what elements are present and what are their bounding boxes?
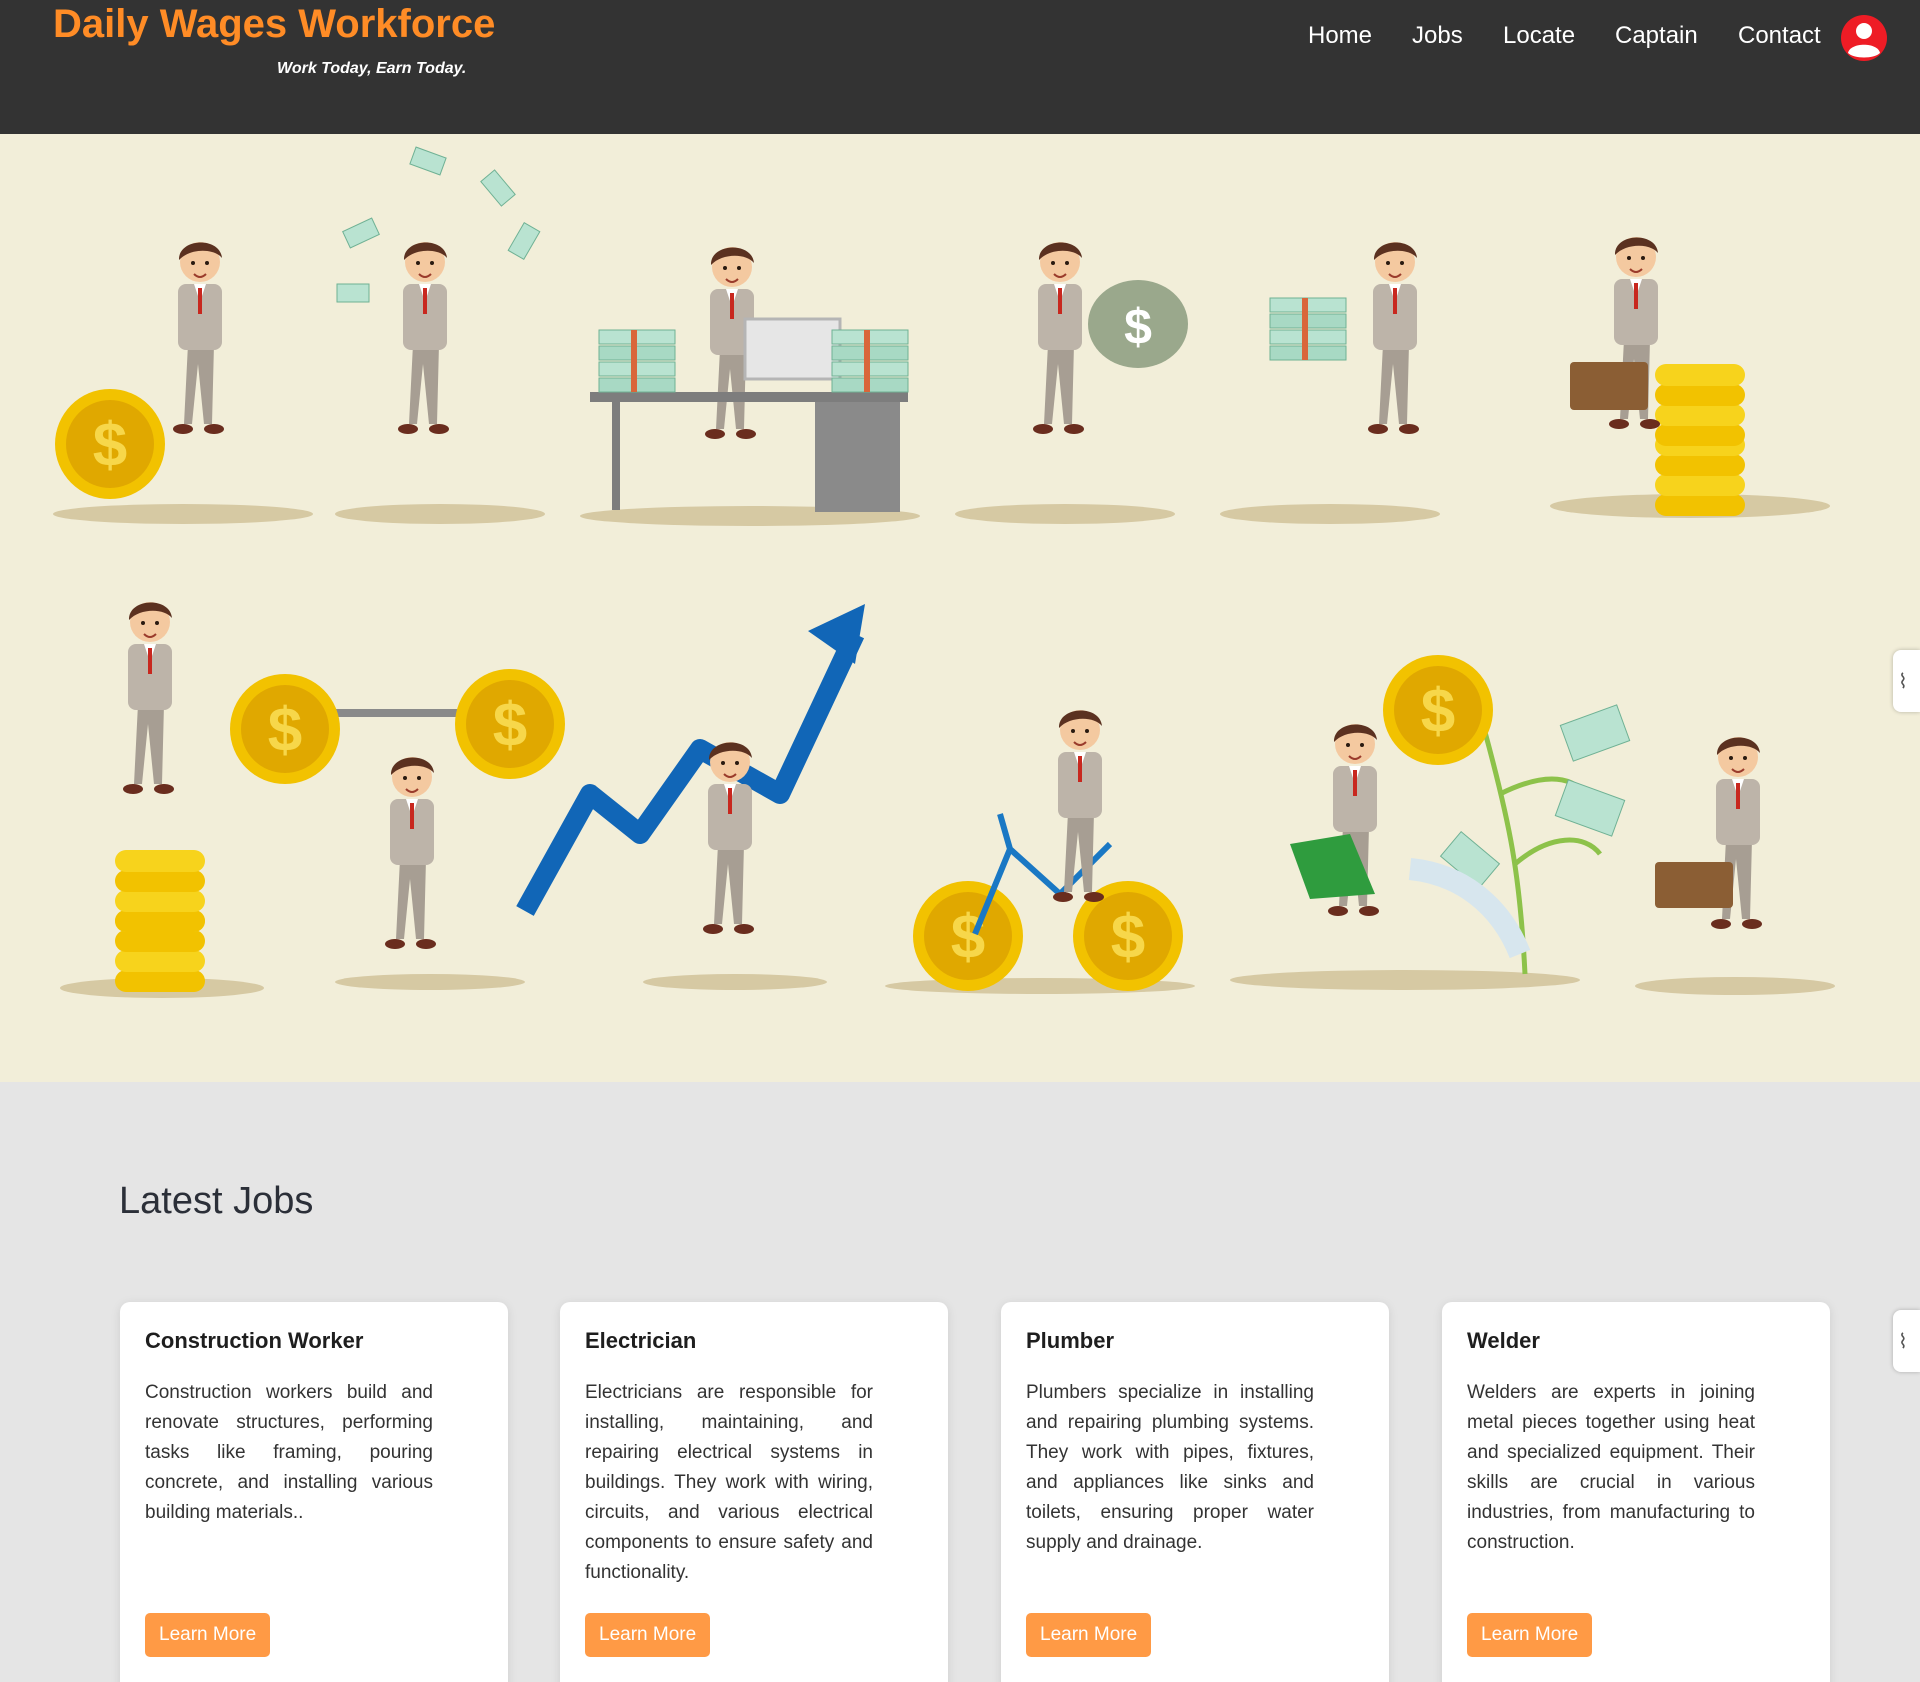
job-card-description: Welders are experts in joining metal pie…: [1467, 1382, 1755, 1553]
nav-locate[interactable]: Locate: [1503, 22, 1575, 50]
job-card-description: Construction workers build and renovate …: [145, 1382, 433, 1523]
side-panel-handle[interactable]: ⌇: [1893, 1310, 1920, 1372]
job-card-title: Plumber: [1026, 1328, 1115, 1353]
job-card-description: Plumbers specialize in installing and re…: [1026, 1382, 1314, 1553]
job-card-description: Electricians are responsible for install…: [585, 1382, 873, 1583]
learn-more-button[interactable]: Learn More: [1467, 1613, 1593, 1657]
drag-handle-icon: ⌇: [1898, 1329, 1908, 1353]
job-card-title: Electrician: [585, 1328, 697, 1353]
job-card-welder: Welder Welders are experts in joining me…: [1442, 1302, 1830, 1682]
user-profile-icon[interactable]: [1841, 15, 1887, 61]
job-card-title: Construction Worker: [145, 1328, 364, 1353]
brand-tagline: Work Today, Earn Today.: [277, 60, 467, 77]
site-header: Daily Wages Workforce Work Today, Earn T…: [0, 0, 1920, 134]
learn-more-button[interactable]: Learn More: [145, 1613, 271, 1657]
drag-handle-icon: ⌇: [1898, 669, 1908, 693]
nav-home[interactable]: Home: [1308, 22, 1372, 50]
job-card-plumber: Plumber Plumbers specialize in installin…: [1001, 1302, 1389, 1682]
nav-contact[interactable]: Contact: [1738, 22, 1821, 50]
svg-text:$: $: [1124, 299, 1152, 355]
job-card-electrician: Electrician Electricians are responsible…: [560, 1302, 948, 1682]
brand-title[interactable]: Daily Wages Workforce: [53, 2, 495, 47]
learn-more-button[interactable]: Learn More: [1026, 1613, 1152, 1657]
businessman-money-illustration: $: [53, 146, 1835, 998]
latest-jobs-heading: Latest Jobs: [119, 1180, 314, 1222]
nav-jobs[interactable]: Jobs: [1412, 22, 1463, 50]
nav-captain[interactable]: Captain: [1615, 22, 1698, 50]
learn-more-button[interactable]: Learn More: [585, 1613, 711, 1657]
job-card-title: Welder: [1467, 1328, 1540, 1353]
hero-banner: $: [0, 134, 1920, 1082]
job-card-construction-worker: Construction Worker Construction workers…: [120, 1302, 508, 1682]
side-panel-handle[interactable]: ⌇: [1893, 650, 1920, 712]
